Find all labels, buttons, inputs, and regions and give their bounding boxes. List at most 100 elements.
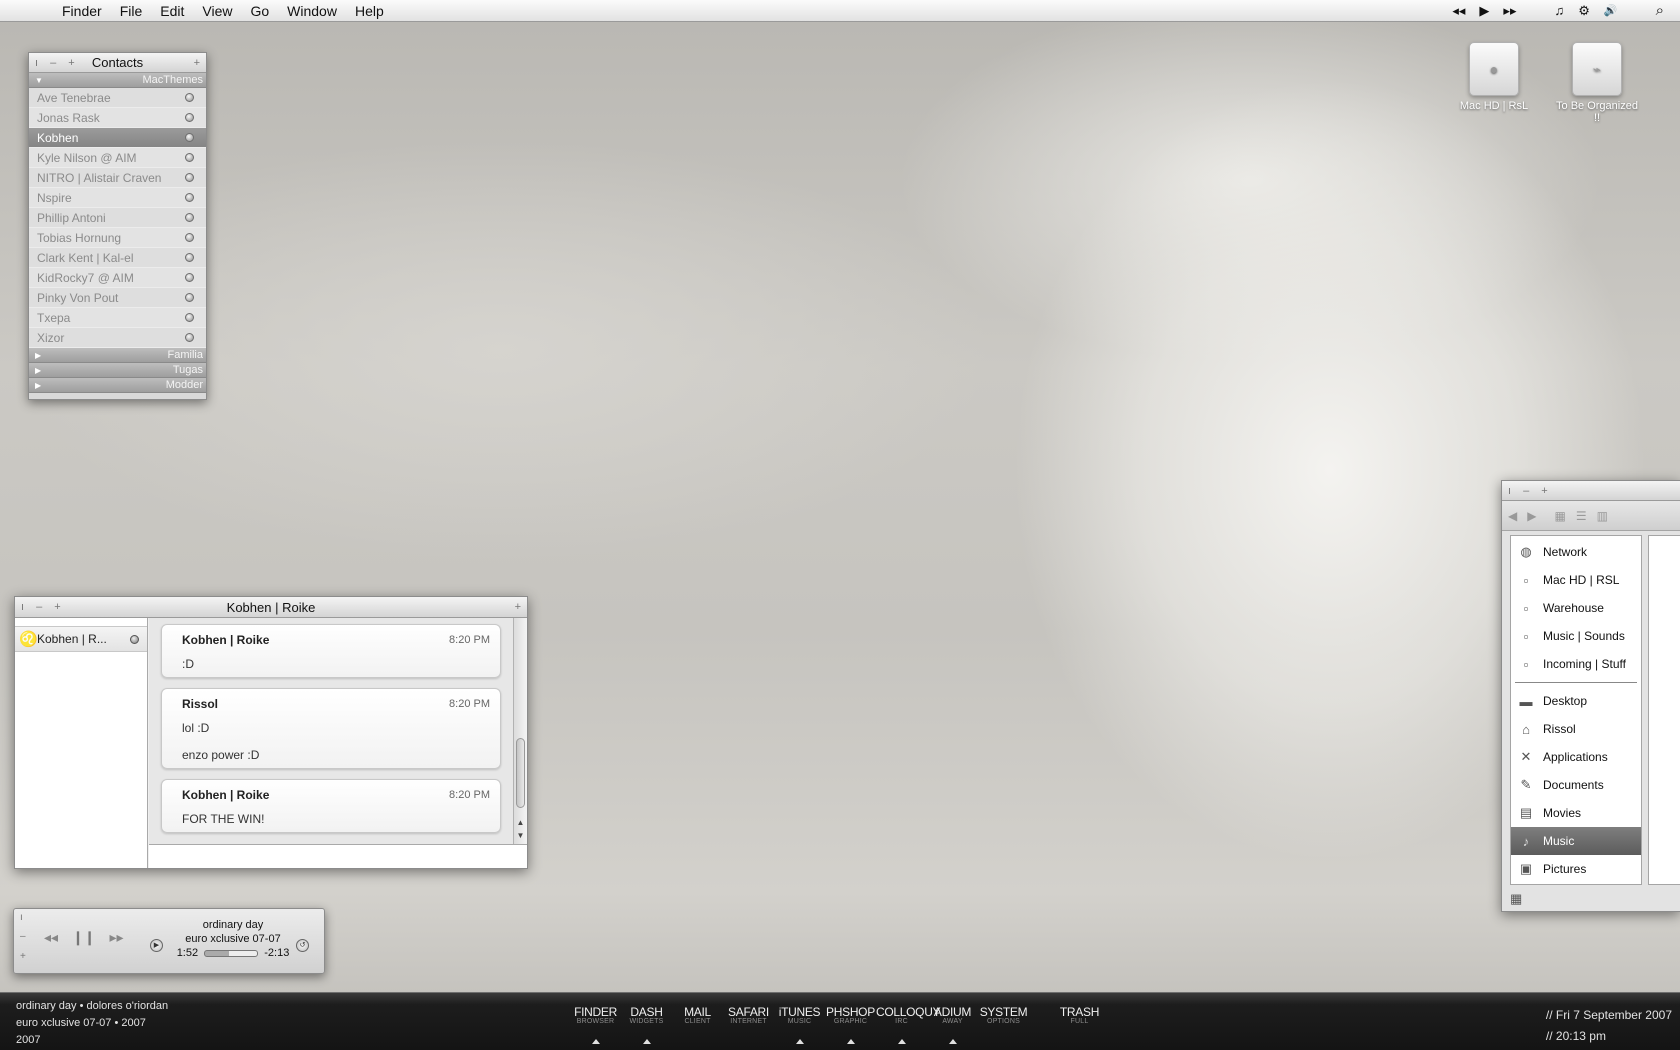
group-header-tugas[interactable]: ▶ Tugas (29, 363, 206, 378)
minimize-button[interactable]: – (20, 931, 26, 942)
zoom-button[interactable]: + (62, 57, 80, 69)
sidebar-item-mac-hd[interactable]: ▫ Mac HD | RSL (1511, 566, 1641, 594)
message-input[interactable] (149, 844, 527, 868)
icon-view-icon[interactable]: ▦ (1554, 509, 1565, 523)
dock-item-finder[interactable]: FINDER BROWSER (570, 1005, 621, 1044)
dock-item-itunes[interactable]: iTUNES MUSIC (774, 1005, 825, 1044)
contacts-titlebar[interactable]: ı – + Contacts + (29, 53, 206, 73)
zoom-button[interactable]: + (1535, 485, 1553, 497)
close-button[interactable]: ı (20, 912, 23, 923)
menu-file[interactable]: File (111, 3, 152, 19)
contact-row[interactable]: Kyle Nilson @ AIM (29, 148, 206, 168)
volume-icon[interactable]: 🔊 (1604, 4, 1618, 17)
dock-item-colloquy[interactable]: COLLOQUY IRC (876, 1005, 941, 1044)
group-header-modder[interactable]: ▶ Modder (29, 378, 206, 393)
fast-forward-icon[interactable]: ▸▸ (110, 929, 124, 946)
add-button[interactable]: + (509, 601, 527, 613)
scroll-up-arrow-icon[interactable]: ▲ (514, 818, 527, 830)
contacts-window: ı – + Contacts + ▼ MacThemes Ave Tenebra… (28, 52, 207, 400)
scroll-thumb[interactable] (516, 738, 525, 808)
sidebar-item-movies[interactable]: ▤ Movies (1511, 799, 1641, 827)
forward-arrow-icon[interactable]: ▶ (1527, 509, 1536, 523)
contact-row[interactable]: KidRocky7 @ AIM (29, 268, 206, 288)
message-time: 8:20 PM (449, 634, 490, 646)
contact-row[interactable]: Txepa (29, 308, 206, 328)
finder-titlebar[interactable]: ı – + (1502, 481, 1680, 501)
sidebar-item-desktop[interactable]: ▬ Desktop (1511, 687, 1641, 715)
contact-row[interactable]: Kobhen (29, 128, 206, 148)
zoom-button[interactable]: + (20, 951, 26, 962)
list-view-icon[interactable]: ☰ (1576, 509, 1587, 523)
sidebar-item-music[interactable]: ♪ Music (1511, 827, 1641, 855)
add-contact-button[interactable]: + (188, 57, 206, 69)
dock-item-adium[interactable]: ADIUM AWAY (927, 1005, 978, 1044)
contact-row[interactable]: Phillip Antoni (29, 208, 206, 228)
group-header-macthemes[interactable]: ▼ MacThemes (29, 73, 206, 88)
chat-tab[interactable]: ♌ Kobhen | R... (15, 626, 147, 652)
dock-item-system[interactable]: SYSTEM OPTIONS (978, 1005, 1029, 1025)
contact-row[interactable]: NITRO | Alistair Craven (29, 168, 206, 188)
scroll-down-arrow-icon[interactable]: ▼ (514, 831, 527, 843)
finder-content-pane[interactable] (1648, 535, 1680, 885)
rewind-icon[interactable]: ◂◂ (44, 929, 58, 946)
minimize-button[interactable]: – (1517, 485, 1535, 497)
dock-item-trash[interactable]: TRASH FULL (1054, 1005, 1105, 1025)
column-view-icon[interactable]: ▥ (1597, 509, 1608, 523)
dock-item-dash[interactable]: DASH WIDGETS (621, 1005, 672, 1044)
back-arrow-icon[interactable]: ◀ (1508, 509, 1517, 523)
desktop-drive-mac-hd[interactable]: ● Mac HD | RsL (1449, 42, 1539, 112)
contact-row[interactable]: Xizor (29, 328, 206, 348)
menu-go[interactable]: Go (241, 3, 278, 19)
close-button[interactable]: ı (1502, 485, 1517, 497)
play-icon[interactable]: ▶ (1479, 3, 1489, 19)
progress-bar[interactable] (204, 949, 259, 957)
sidebar-item-incoming-stuff[interactable]: ▫ Incoming | Stuff (1511, 650, 1641, 678)
minimize-button[interactable]: – (44, 57, 62, 69)
zoom-button[interactable]: + (48, 601, 66, 613)
chat-titlebar[interactable]: ı – + Kobhen | Roike + (15, 597, 527, 618)
next-track-icon[interactable]: ▸▸ (1503, 3, 1516, 19)
spotlight-icon[interactable]: ⌕ (1656, 2, 1664, 19)
menu-extras: ◂◂ ▶ ▸▸ ♫ ⚙ 🔊 ⌕ (1452, 2, 1680, 19)
chat-window: ı – + Kobhen | Roike + ♌ Kobhen | R... K… (14, 596, 528, 869)
previous-track-icon[interactable]: ◂◂ (1452, 3, 1465, 19)
disclosure-closed-icon: ▶ (35, 380, 42, 390)
menu-help[interactable]: Help (346, 3, 393, 19)
contact-row[interactable]: Jonas Rask (29, 108, 206, 128)
sidebar-item-network[interactable]: ◍ Network (1511, 538, 1641, 566)
desktop-drive-to-be-organized[interactable]: ⌁ To Be Organized !! (1552, 42, 1642, 124)
dock-item-photoshop[interactable]: PHSHOP GRAPHIC (825, 1005, 876, 1044)
contact-row[interactable]: Pinky Von Pout (29, 288, 206, 308)
contact-row[interactable]: Nspire (29, 188, 206, 208)
minimize-button[interactable]: – (30, 601, 48, 613)
status-icon (185, 173, 194, 182)
music-note-icon[interactable]: ♫ (1554, 3, 1564, 18)
sidebar-item-documents[interactable]: ✎ Documents (1511, 771, 1641, 799)
sidebar-item-music-sounds[interactable]: ▫ Music | Sounds (1511, 622, 1641, 650)
contact-row[interactable]: Ave Tenebrae (29, 88, 206, 108)
grid-icon[interactable]: ▦ (1510, 891, 1522, 907)
status-icon (185, 333, 194, 342)
sidebar-item-applications[interactable]: ✕ Applications (1511, 743, 1641, 771)
menu-window[interactable]: Window (278, 3, 346, 19)
gear-icon[interactable]: ⚙ (1578, 3, 1590, 19)
snapback-icon[interactable]: ↺ (296, 939, 309, 952)
transcript-scrollbar[interactable]: ▲ ▼ (513, 618, 527, 844)
menu-view[interactable]: View (193, 3, 241, 19)
contact-row[interactable]: Clark Kent | Kal-el (29, 248, 206, 268)
pause-icon[interactable]: ❙❙ (72, 929, 95, 946)
contact-row[interactable]: Tobias Hornung (29, 228, 206, 248)
dock-item-safari[interactable]: SAFARI INTERNET (723, 1005, 774, 1025)
sidebar-item-pictures[interactable]: ▣ Pictures (1511, 855, 1641, 883)
group-header-familia[interactable]: ▶ Familia (29, 348, 206, 363)
menu-edit[interactable]: Edit (151, 3, 193, 19)
sidebar-item-warehouse[interactable]: ▫ Warehouse (1511, 594, 1641, 622)
dock-item-mail[interactable]: MAIL CLIENT (672, 1005, 723, 1025)
sidebar-item-rissol[interactable]: ⌂ Rissol (1511, 715, 1641, 743)
close-button[interactable]: ı (29, 57, 44, 69)
disclosure-open-icon: ▼ (35, 75, 43, 85)
disk-icon: ▫ (1523, 572, 1529, 588)
close-button[interactable]: ı (15, 601, 30, 613)
status-icon (185, 193, 194, 202)
menu-finder[interactable]: Finder (53, 3, 111, 19)
